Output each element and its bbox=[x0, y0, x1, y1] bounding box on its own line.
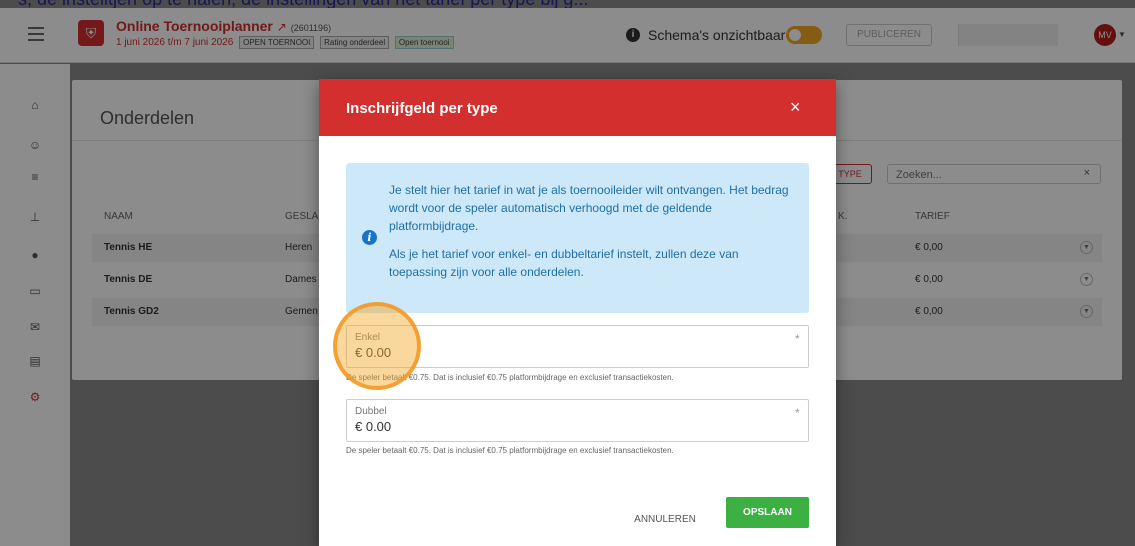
close-icon[interactable]: × bbox=[790, 97, 801, 118]
required-marker: * bbox=[795, 332, 800, 346]
dubbel-value[interactable]: € 0.00 bbox=[355, 419, 391, 434]
required-marker: * bbox=[795, 406, 800, 420]
info-paragraph-1: Je stelt hier het tarief in wat je als t… bbox=[389, 183, 789, 233]
dialog-header: Inschrijfgeld per type × bbox=[319, 79, 836, 136]
save-button[interactable]: OPSLAAN bbox=[726, 497, 809, 528]
dubbel-field[interactable]: Dubbel € 0.00 * bbox=[346, 399, 809, 442]
dubbel-label: Dubbel bbox=[355, 406, 387, 417]
click-highlight-marker bbox=[333, 302, 421, 390]
dubbel-hint: De speler betaalt €0.75. Dat is inclusie… bbox=[346, 446, 674, 455]
info-icon: i bbox=[362, 230, 377, 245]
info-message: i Je stelt hier het tarief in wat je als… bbox=[346, 163, 809, 313]
info-paragraph-2: Als je het tarief voor enkel- en dubbelt… bbox=[389, 247, 739, 279]
cancel-button[interactable]: ANNULEREN bbox=[625, 510, 705, 530]
dialog-title: Inschrijfgeld per type bbox=[346, 100, 498, 117]
